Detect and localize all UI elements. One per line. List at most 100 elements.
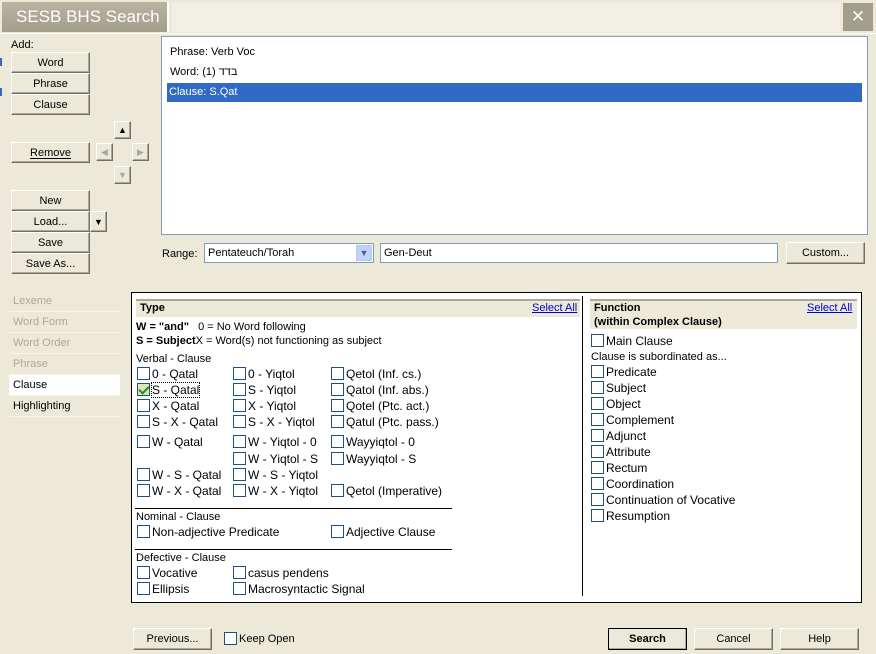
option-0-qatal[interactable]: 0 - Qatal <box>137 367 198 382</box>
option-predicate[interactable]: Predicate <box>591 365 657 380</box>
sidebar-item-highlighting[interactable]: Highlighting <box>9 396 120 417</box>
range-text-field[interactable]: Gen-Deut <box>380 243 778 263</box>
option-s-x-yiqtol[interactable]: S - X - Yiqtol <box>233 415 315 430</box>
move-down-icon[interactable]: ▼ <box>114 166 131 184</box>
save-button[interactable]: Save <box>11 232 90 253</box>
option-resumption[interactable]: Resumption <box>591 509 670 524</box>
checkbox[interactable] <box>591 461 604 474</box>
option-w-x-yiqtol[interactable]: W - X - Yiqtol <box>233 484 318 499</box>
checkbox[interactable] <box>233 399 246 412</box>
checkbox[interactable] <box>233 484 246 497</box>
checkbox[interactable] <box>137 468 150 481</box>
cancel-button[interactable]: Cancel <box>694 628 773 650</box>
checkbox[interactable] <box>233 435 246 448</box>
checkbox[interactable] <box>137 582 150 595</box>
checkbox[interactable] <box>137 566 150 579</box>
checkbox[interactable] <box>331 435 344 448</box>
checkbox[interactable] <box>137 525 150 538</box>
checkbox[interactable] <box>591 509 604 522</box>
list-item-selected[interactable]: Clause: S.Qat <box>167 83 862 102</box>
option-qotel-ptc-act[interactable]: Qotel (Ptc. act.) <box>331 399 429 414</box>
function-select-all-link[interactable]: Select All <box>807 302 852 314</box>
checkbox[interactable] <box>331 484 344 497</box>
checkbox[interactable] <box>591 381 604 394</box>
option-object[interactable]: Object <box>591 397 641 412</box>
checkbox[interactable] <box>233 383 246 396</box>
option-adjective-clause[interactable]: Adjective Clause <box>331 525 435 540</box>
option-coordination[interactable]: Coordination <box>591 477 674 492</box>
checkbox[interactable] <box>331 399 344 412</box>
load-button[interactable]: Load... <box>11 211 90 232</box>
type-select-all-link[interactable]: Select All <box>532 302 577 314</box>
option-non-adjective-predicate[interactable]: Non-adjective Predicate <box>137 525 279 540</box>
checkbox[interactable] <box>591 397 604 410</box>
option-wayyiqtol-s[interactable]: Wayyiqtol - S <box>331 452 416 467</box>
option-vocative[interactable]: Vocative <box>137 566 197 581</box>
option-s-x-qatal[interactable]: S - X - Qatal <box>137 415 218 430</box>
option-w-qatal[interactable]: W - Qatal <box>137 435 203 450</box>
option-w-x-qatal[interactable]: W - X - Qatal <box>137 484 221 499</box>
sidebar-item-clause[interactable]: Clause <box>9 375 120 396</box>
option-w-yiqtol-s[interactable]: W - Yiqtol - S <box>233 452 318 467</box>
checkbox[interactable] <box>331 415 344 428</box>
checkbox[interactable] <box>233 566 246 579</box>
option-qatul-ptc-pass[interactable]: Qatul (Ptc. pass.) <box>331 415 439 430</box>
option-adjunct[interactable]: Adjunct <box>591 429 646 444</box>
checkbox-checked[interactable] <box>137 383 150 396</box>
remove-button[interactable]: Remove <box>11 142 90 163</box>
checkbox[interactable] <box>331 367 344 380</box>
checkbox[interactable] <box>591 477 604 490</box>
option-qetol-imperative[interactable]: Qetol (Imperative) <box>331 484 442 499</box>
query-list[interactable]: Phrase: Verb Voc Word: (1) בדד Clause: S… <box>161 36 868 235</box>
option-s-qatal[interactable]: S - Qatal <box>137 382 201 398</box>
keep-open-checkbox[interactable]: Keep Open <box>224 632 295 647</box>
checkbox[interactable] <box>591 445 604 458</box>
move-up-icon[interactable]: ▲ <box>114 121 131 139</box>
option-w-s-qatal[interactable]: W - S - Qatal <box>137 468 221 483</box>
option-complement[interactable]: Complement <box>591 413 674 428</box>
checkbox[interactable] <box>233 367 246 380</box>
option-qatol-inf-abs[interactable]: Qatol (Inf. abs.) <box>331 383 429 398</box>
checkbox[interactable] <box>233 415 246 428</box>
option-w-yiqtol-0[interactable]: W - Yiqtol - 0 <box>233 435 317 450</box>
option-subject[interactable]: Subject <box>591 381 646 396</box>
checkbox[interactable] <box>591 493 604 506</box>
new-button[interactable]: New <box>11 190 90 211</box>
add-phrase-button[interactable]: Phrase <box>11 73 90 94</box>
checkbox[interactable] <box>233 452 246 465</box>
sidebar-item-lexeme[interactable]: Lexeme <box>9 291 120 312</box>
sidebar-item-word-order[interactable]: Word Order <box>9 333 120 354</box>
checkbox[interactable] <box>137 484 150 497</box>
help-button[interactable]: Help <box>780 628 859 650</box>
search-button[interactable]: Search <box>608 628 687 650</box>
move-right-icon[interactable]: ▶ <box>132 143 149 161</box>
option-s-yiqtol[interactable]: S - Yiqtol <box>233 383 296 398</box>
option-rectum[interactable]: Rectum <box>591 461 647 476</box>
checkbox[interactable] <box>331 525 344 538</box>
previous-button[interactable]: Previous... <box>133 628 212 650</box>
custom-button[interactable]: Custom... <box>786 242 865 264</box>
option-w-s-yiqtol[interactable]: W - S - Yiqtol <box>233 468 318 483</box>
checkbox[interactable] <box>233 582 246 595</box>
sidebar-item-word-form[interactable]: Word Form <box>9 312 120 333</box>
option-continuation-of-vocative[interactable]: Continuation of Vocative <box>591 493 735 508</box>
checkbox[interactable] <box>591 334 604 347</box>
checkbox[interactable] <box>591 429 604 442</box>
checkbox[interactable] <box>137 435 150 448</box>
option-macrosyntactic-signal[interactable]: Macrosyntactic Signal <box>233 582 365 597</box>
list-item[interactable]: Word: (1) בדד <box>168 63 237 81</box>
checkbox[interactable] <box>331 452 344 465</box>
checkbox[interactable] <box>137 415 150 428</box>
checkbox[interactable] <box>224 632 237 645</box>
option-x-qatal[interactable]: X - Qatal <box>137 399 199 414</box>
checkbox[interactable] <box>591 365 604 378</box>
option-0-yiqtol[interactable]: 0 - Yiqtol <box>233 367 295 382</box>
move-left-icon[interactable]: ◀ <box>96 143 113 161</box>
chevron-down-icon[interactable]: ▼ <box>356 245 372 261</box>
option-wayyiqtol-0[interactable]: Wayyiqtol - 0 <box>331 435 415 450</box>
add-clause-button[interactable]: Clause <box>11 94 90 115</box>
checkbox[interactable] <box>233 468 246 481</box>
option-qetol-inf-cs[interactable]: Qetol (Inf. cs.) <box>331 367 421 382</box>
save-as-button[interactable]: Save As... <box>11 253 90 274</box>
close-icon[interactable]: ✕ <box>843 3 873 31</box>
